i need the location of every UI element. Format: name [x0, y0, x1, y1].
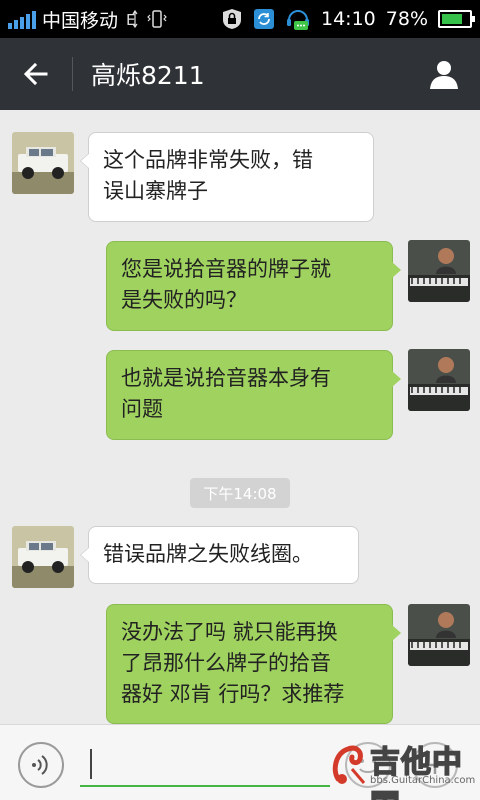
message-line: 器好 邓肯 行吗？求推荐: [121, 682, 345, 706]
message-list[interactable]: 这个品牌非常失败，错 误山寨牌子 您是说拾音器的牌子就 是失败的吗？ 也就是说拾…: [0, 110, 480, 724]
header-divider: [72, 57, 73, 91]
my-avatar[interactable]: [408, 240, 470, 302]
vibrate-icon: [146, 8, 168, 30]
message-bubble-sent[interactable]: 没办法了吗 就只能再换 了昂那什么牌子的拾音 器好 邓肯 行吗？求推荐: [106, 604, 401, 724]
data-transfer-icon: E: [124, 8, 140, 30]
message-line: 没办法了吗 就只能再换: [121, 620, 338, 644]
message-line: 是失败的吗？: [121, 288, 247, 312]
signal-strength-icon: [8, 9, 36, 29]
battery-percent: 78%: [385, 8, 428, 30]
message-bubble-sent[interactable]: 您是说拾音器的牌子就 是失败的吗？: [106, 241, 401, 331]
message-line: 了昂那什么牌子的拾音: [121, 651, 331, 675]
contact-avatar[interactable]: [12, 132, 74, 194]
lock-shield-icon: [221, 7, 243, 31]
sync-icon: [253, 8, 275, 30]
message-bubble-received[interactable]: 错误品牌之失败线圈。: [80, 526, 359, 584]
guitarchina-logo-icon: [332, 745, 366, 784]
contact-avatar[interactable]: [12, 526, 74, 588]
input-bar: 吉他中国 bbs.GuitarChina.com: [0, 724, 480, 800]
message-input[interactable]: [80, 739, 330, 787]
time-separator: 下午14:08: [190, 478, 290, 508]
clock: 14:10: [321, 8, 376, 30]
chat-header: 高烁8211: [0, 38, 480, 110]
chat-title: 高烁8211: [91, 61, 205, 90]
message-line: 问题: [121, 397, 163, 421]
chat-headset-icon: [285, 6, 311, 32]
watermark-text: 吉他中国: [369, 744, 463, 800]
message-bubble-received[interactable]: 这个品牌非常失败，错 误山寨牌子: [80, 132, 374, 222]
watermark-url: bbs.GuitarChina.com: [370, 775, 476, 786]
my-avatar[interactable]: [408, 604, 470, 666]
message-line: 错误品牌之失败线圈。: [103, 542, 313, 566]
message-line: 这个品牌非常失败，错: [103, 148, 313, 172]
guitarchina-watermark: 吉他中国 bbs.GuitarChina.com: [330, 731, 480, 800]
my-avatar[interactable]: [408, 349, 470, 411]
carrier-name: 中国移动: [42, 9, 119, 32]
back-button[interactable]: [0, 38, 72, 110]
message-line: 误山寨牌子: [103, 179, 208, 203]
message-bubble-sent[interactable]: 也就是说拾音器本身有 问题: [106, 350, 401, 440]
battery-icon: [438, 10, 475, 28]
person-icon: [430, 61, 458, 89]
arrow-left-icon: [23, 62, 48, 86]
voice-button[interactable]: [18, 742, 64, 788]
text-caret: [90, 749, 92, 779]
profile-button[interactable]: [408, 38, 480, 110]
message-line: 您是说拾音器的牌子就: [121, 257, 331, 281]
voice-icon: [32, 755, 48, 775]
status-bar: 中国移动 E 14:10 78%: [0, 0, 480, 38]
message-line: 也就是说拾音器本身有: [121, 366, 331, 390]
